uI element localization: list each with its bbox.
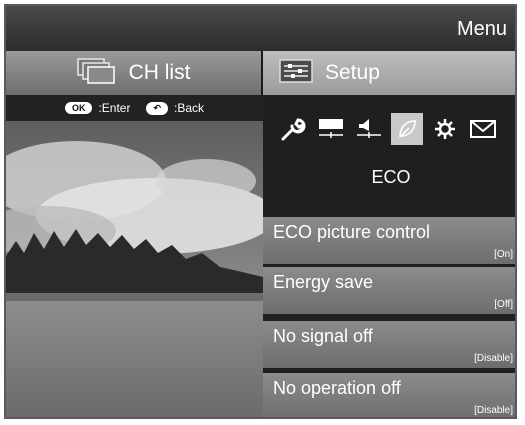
- menu-title: Menu: [456, 18, 507, 40]
- tab-setup-label: Setup: [325, 61, 380, 84]
- eco-leaf-icon[interactable]: [391, 113, 423, 145]
- item-value: [Off]: [494, 299, 513, 310]
- menu-item-eco-picture-control[interactable]: ECO picture control [On]: [263, 217, 515, 264]
- envelope-icon[interactable]: [467, 113, 499, 145]
- item-label: ECO picture control: [273, 222, 431, 242]
- item-value: [Disable]: [474, 405, 513, 416]
- setup-panel: ECO ECO picture control [On] Energy save…: [263, 95, 515, 417]
- channel-list-icon: [76, 57, 117, 89]
- item-value: [On]: [494, 249, 513, 260]
- menu-header: Menu: [6, 6, 515, 51]
- item-value: [Disable]: [474, 353, 513, 364]
- tv-menu-frame: Menu CH list Setup OK :Enter ↶:Back ECO…: [4, 4, 517, 419]
- ok-button-icon: OK: [64, 102, 93, 114]
- category-icon-row: [277, 113, 499, 145]
- back-hint: :Back: [174, 101, 205, 115]
- tv-preview-picture: [6, 121, 263, 417]
- selected-category-title: ECO: [371, 167, 411, 187]
- tab-setup[interactable]: Setup: [263, 51, 515, 95]
- item-label: No signal off: [273, 326, 373, 346]
- back-button-icon: ↶: [146, 101, 169, 115]
- remote-hint-bar: OK :Enter ↶ :Back: [6, 95, 263, 121]
- picture-icon[interactable]: [315, 113, 347, 145]
- wrench-icon[interactable]: [277, 113, 309, 145]
- item-label: No operation off: [273, 378, 401, 398]
- gear-icon[interactable]: [429, 113, 461, 145]
- menu-item-energy-save[interactable]: Energy save [Off]: [263, 267, 515, 314]
- setup-icon: [279, 58, 313, 88]
- item-label: Energy save: [273, 272, 374, 292]
- tab-ch-list[interactable]: CH list: [6, 51, 261, 95]
- menu-item-no-signal-off[interactable]: No signal off [Disable]: [263, 321, 515, 368]
- sound-icon[interactable]: [353, 113, 385, 145]
- menu-item-no-operation-off[interactable]: No operation off [Disable]: [263, 373, 515, 417]
- enter-hint: :Enter: [98, 101, 131, 115]
- tab-ch-list-label: CH list: [128, 61, 191, 84]
